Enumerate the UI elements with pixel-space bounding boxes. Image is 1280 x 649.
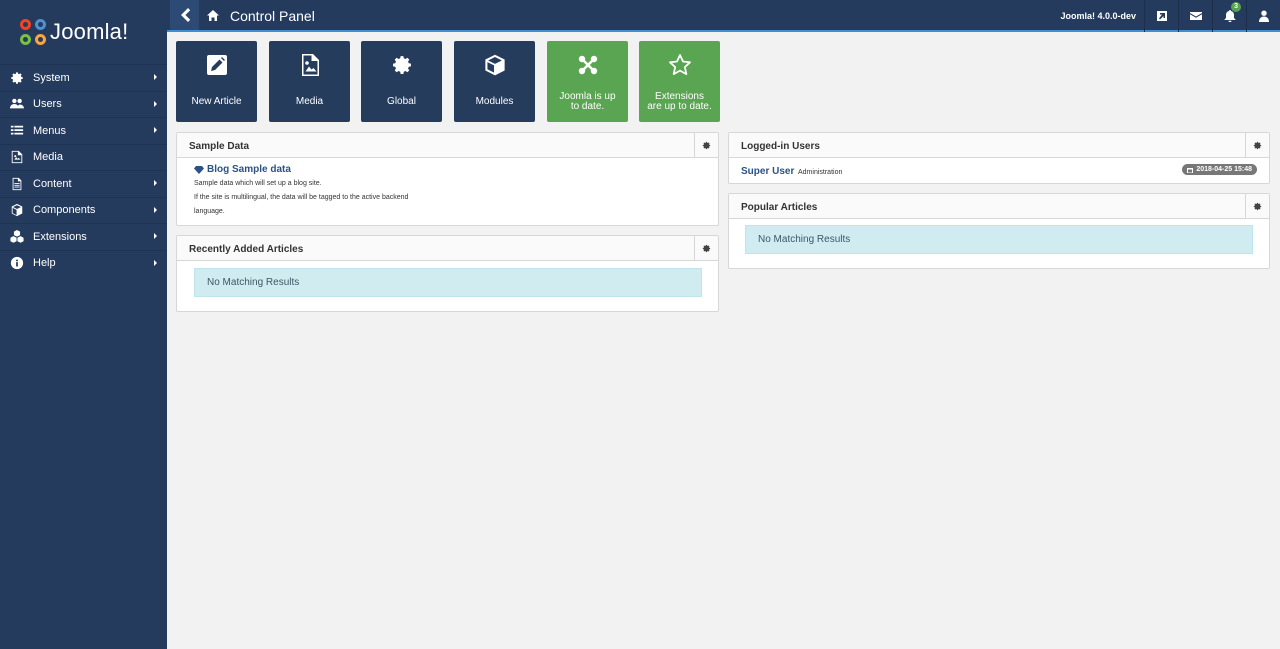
card-header: Recently Added Articles <box>177 236 718 261</box>
sidebar-item-users[interactable]: Users <box>0 90 167 118</box>
no-results-alert: No Matching Results <box>194 268 702 297</box>
sidebar-item-content[interactable]: Content <box>0 170 167 197</box>
sample-data-note: If the site is multilingual, the data wi… <box>194 194 409 201</box>
quickicon-label: Extensions are up to date. <box>647 91 712 112</box>
module-options-button[interactable] <box>1245 133 1269 158</box>
cube-icon <box>484 53 506 77</box>
card-title: Popular Articles <box>741 202 818 213</box>
quickicon-label: Modules <box>475 96 514 107</box>
module-options-button[interactable] <box>1245 194 1269 219</box>
quickicon-extensions-update[interactable]: Extensions are up to date. <box>639 41 720 122</box>
login-date-badge: 2018-04-25 15:48 <box>1182 164 1257 175</box>
sidebar-item-components[interactable]: Components <box>0 196 167 224</box>
user-role: Administration <box>798 169 843 176</box>
user-menu-button[interactable] <box>1246 0 1280 32</box>
logged-in-users-card: Logged-in Users Super User Administratio… <box>728 132 1270 184</box>
joomla-icon <box>577 53 599 77</box>
quickicon-label: Global <box>387 96 416 107</box>
caret-right-icon <box>154 100 157 107</box>
caret-right-icon <box>154 180 157 186</box>
sidebar-item-label: Menus <box>33 124 67 137</box>
info-icon <box>9 256 25 270</box>
calendar-icon <box>1187 167 1194 173</box>
top-header: Control Panel Joomla! 4.0.0-dev 3 <box>167 0 1280 32</box>
quickicon-label: Joomla is up to date. <box>559 91 616 112</box>
logo-text: Joomla! <box>50 19 129 44</box>
quickicon-new-article[interactable]: New Article <box>176 41 257 122</box>
caret-right-icon <box>154 233 157 239</box>
gear-icon <box>702 141 711 150</box>
caret-right-icon <box>154 259 157 266</box>
sample-data-description: Sample data which will set up a blog sit… <box>194 180 322 187</box>
list-icon <box>9 124 25 138</box>
sidebar-item-label: Components <box>33 204 96 217</box>
messages-button[interactable] <box>1178 0 1212 32</box>
quickicon-label: New Article <box>191 96 242 107</box>
joomla-logo[interactable]: Joomla! <box>0 0 167 64</box>
popular-articles-card: Popular Articles No Matching Results <box>728 193 1270 269</box>
notifications-button[interactable]: 3 <box>1212 0 1246 32</box>
sidebar-item-system[interactable]: System <box>0 64 167 91</box>
no-results-alert: No Matching Results <box>745 225 1253 254</box>
sidebar: Joomla! System Users Menus Media Content… <box>0 0 167 649</box>
chevron-left-icon <box>180 8 190 22</box>
joomla-logo-icon <box>20 19 46 45</box>
notification-count-badge: 3 <box>1231 2 1241 12</box>
sidebar-item-help[interactable]: Help <box>0 249 167 277</box>
sidebar-item-extensions[interactable]: Extensions <box>0 223 167 250</box>
sample-data-card: Sample Data Blog Sample data Sample data… <box>176 132 719 226</box>
caret-right-icon <box>154 127 157 133</box>
gear-icon <box>1253 141 1262 150</box>
card-body: Super User Administration 2018-04-25 15:… <box>729 158 1269 183</box>
recent-articles-card: Recently Added Articles No Matching Resu… <box>176 235 719 312</box>
sidebar-item-label: System <box>33 71 70 84</box>
home-icon <box>207 10 219 21</box>
sidebar-item-label: Content <box>33 177 72 190</box>
page-title: Control Panel <box>230 8 315 24</box>
quickicon-global[interactable]: Global <box>361 41 442 122</box>
pencil-square-icon <box>206 53 228 77</box>
image-icon <box>9 150 25 164</box>
sidebar-item-menus[interactable]: Menus <box>0 117 167 144</box>
preview-site-button[interactable] <box>1144 0 1178 32</box>
caret-right-icon <box>154 74 157 80</box>
sidebar-item-label: Help <box>33 257 56 270</box>
caret-right-icon <box>154 206 157 213</box>
sidebar-toggle-button[interactable] <box>170 0 199 30</box>
quickicon-joomla-update[interactable]: Joomla is up to date. <box>547 41 628 122</box>
card-header: Popular Articles <box>729 194 1269 219</box>
module-options-button[interactable] <box>694 133 718 158</box>
blog-sample-data-link[interactable]: Blog Sample data <box>194 164 291 175</box>
gear-icon <box>391 53 413 77</box>
quickicon-modules[interactable]: Modules <box>454 41 535 122</box>
file-icon <box>9 177 25 191</box>
sidebar-item-label: Media <box>33 151 63 164</box>
card-header: Logged-in Users <box>729 133 1269 158</box>
sample-data-note-cont: language. <box>194 208 225 215</box>
joomla-version: Joomla! 4.0.0-dev <box>1060 11 1136 21</box>
cubes-icon <box>9 229 25 244</box>
diamond-icon <box>194 165 204 174</box>
gear-icon <box>1253 202 1262 211</box>
users-icon <box>9 97 25 111</box>
external-link-icon <box>1156 11 1167 21</box>
card-title: Recently Added Articles <box>189 244 304 255</box>
sidebar-item-media[interactable]: Media <box>0 143 167 171</box>
module-options-button[interactable] <box>694 236 718 261</box>
sidebar-item-label: Extensions <box>33 230 87 243</box>
cube-icon <box>9 203 25 217</box>
star-icon <box>668 53 691 77</box>
quickicon-media[interactable]: Media <box>269 41 350 122</box>
user-icon <box>1258 10 1269 22</box>
image-icon <box>299 53 321 77</box>
quickicon-label: Media <box>295 96 324 107</box>
user-name-link[interactable]: Super User <box>741 166 794 177</box>
gear-icon <box>702 244 711 253</box>
sidebar-item-label: Users <box>33 98 62 111</box>
card-title: Logged-in Users <box>741 141 820 152</box>
gear-icon <box>9 71 25 85</box>
envelope-icon <box>1189 12 1202 20</box>
card-header: Sample Data <box>177 133 718 158</box>
card-title: Sample Data <box>189 141 250 152</box>
